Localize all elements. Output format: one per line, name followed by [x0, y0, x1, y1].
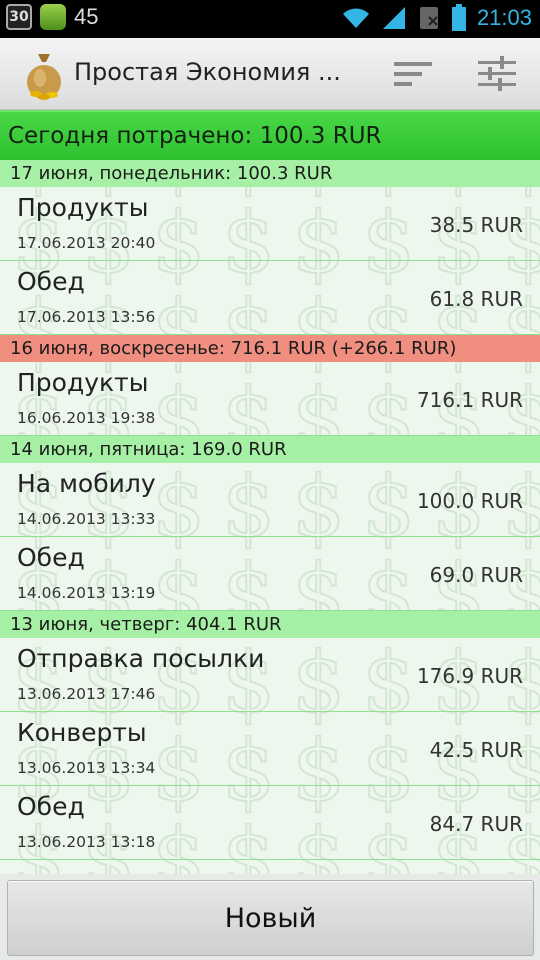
- list-item[interactable]: Обед 13.06.2013 13:18 84.7 RUR: [0, 786, 540, 860]
- expense-amount: 716.1 RUR: [416, 388, 523, 412]
- expense-amount: 84.7 RUR: [429, 812, 523, 836]
- list-item[interactable]: На мобилу 14.06.2013 13:33 100.0 RUR: [0, 463, 540, 537]
- expense-amount: 42.5 RUR: [429, 738, 523, 762]
- notification-count: 45: [74, 4, 99, 29]
- expense-date: 16.06.2013 19:38: [17, 409, 156, 427]
- day-header-over-budget: 16 июня, воскресенье: 716.1 RUR (+266.1 …: [0, 335, 540, 362]
- app-title: Простая Экономия ...: [74, 58, 341, 86]
- expense-date: 14.06.2013 13:33: [17, 510, 156, 528]
- status-bar: 30 45 21:03: [0, 0, 540, 38]
- expense-amount: 38.5 RUR: [429, 213, 523, 237]
- expense-amount: 69.0 RUR: [429, 563, 523, 587]
- expense-date: 17.06.2013 13:56: [17, 308, 156, 326]
- expense-name: На мобилу: [17, 469, 156, 498]
- no-sim-icon: [419, 7, 438, 29]
- expense-date: 17.06.2013 20:40: [17, 234, 156, 252]
- signal-icon: [382, 7, 405, 29]
- day-header: 13 июня, четверг: 404.1 RUR: [0, 611, 540, 638]
- expense-amount: 176.9 RUR: [416, 664, 523, 688]
- expense-amount: 100.0 RUR: [416, 489, 523, 513]
- expense-date: 13.06.2013 13:18: [17, 833, 156, 851]
- expense-date: 14.06.2013 13:19: [17, 584, 156, 602]
- expense-date: 13.06.2013 13:34: [17, 759, 156, 777]
- list-item[interactable]: Продукты 17.06.2013 20:40 38.5 RUR: [0, 187, 540, 261]
- sort-icon: [394, 62, 432, 86]
- day-header: 17 июня, понедельник: 100.3 RUR: [0, 160, 540, 187]
- expense-name: Продукты: [17, 368, 149, 397]
- sort-button[interactable]: [390, 52, 436, 96]
- action-bar: Простая Экономия ...: [0, 38, 540, 110]
- list-item[interactable]: Продукты 16.06.2013 19:38 716.1 RUR: [0, 362, 540, 436]
- settings-sliders-icon: [478, 56, 516, 91]
- expense-list[interactable]: $ Сегодня потрачено: 100.3 RUR 17 июня, …: [0, 110, 540, 874]
- list-item[interactable]: Отправка посылки 13.06.2013 17:46 176.9 …: [0, 638, 540, 712]
- battery-icon: [451, 4, 466, 31]
- money-bag-icon[interactable]: [22, 48, 66, 100]
- expense-name: Обед: [17, 543, 85, 572]
- today-spent-summary: Сегодня потрачено: 100.3 RUR: [0, 110, 540, 160]
- bottom-bar: Новый: [0, 874, 540, 960]
- list-item[interactable]: Конверты 13.06.2013 13:34 42.5 RUR: [0, 712, 540, 786]
- expense-name: Конверты: [17, 718, 147, 747]
- expense-name: Обед: [17, 792, 85, 821]
- list-item[interactable]: Обед 14.06.2013 13:19 69.0 RUR: [0, 537, 540, 611]
- today-spent-label: Сегодня потрачено: 100.3 RUR: [8, 123, 382, 149]
- settings-button[interactable]: [474, 52, 520, 96]
- wifi-icon: [342, 8, 369, 28]
- new-expense-button[interactable]: Новый: [7, 880, 534, 956]
- clock: 21:03: [476, 5, 532, 30]
- notification-30-icon: 30: [6, 4, 32, 30]
- expense-name: Обед: [17, 267, 85, 296]
- day-header: 14 июня, пятница: 169.0 RUR: [0, 436, 540, 463]
- app-notification-icon: [40, 4, 66, 30]
- expense-date: 13.06.2013 17:46: [17, 685, 156, 703]
- expense-name: Продукты: [17, 193, 149, 222]
- expense-amount: 61.8 RUR: [429, 287, 523, 311]
- list-item[interactable]: Обед 17.06.2013 13:56 61.8 RUR: [0, 261, 540, 335]
- expense-name: Отправка посылки: [17, 644, 265, 673]
